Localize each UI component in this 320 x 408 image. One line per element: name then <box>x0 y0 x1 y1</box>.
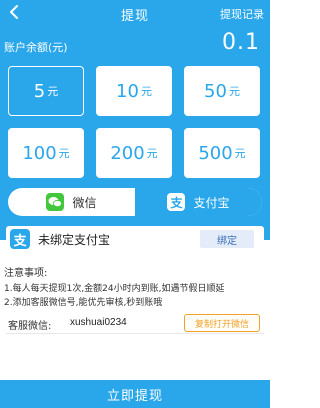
top-panel: 提现 提现记录 账户余额(元) 0.1 5元 10 元 50 元 100 元 200 元… <box>0 0 270 240</box>
amount-unit: 元 <box>47 85 59 98</box>
amount-value: 5 <box>33 80 46 102</box>
notes-title: 注意事项: <box>4 268 48 279</box>
amount-unit: 元 <box>228 85 240 98</box>
amount-option-100[interactable]: 100 元 <box>8 128 84 178</box>
customer-service-row: 客服微信: xushuai0234 复制打开微信 <box>6 314 264 334</box>
balance-label: 账户余额(元) <box>4 41 68 54</box>
bind-button[interactable]: 绑定 <box>200 230 254 248</box>
alipay-icon: 支 <box>167 193 186 211</box>
service-label: 客服微信: <box>8 321 52 332</box>
amount-grid: 5元 10 元 50 元 100 元 200 元 500 元 <box>8 66 260 181</box>
tab-wechat[interactable]: 微信 <box>8 188 135 216</box>
amount-unit: 元 <box>146 147 158 160</box>
payment-method-tabs: 微信 支 支付宝 <box>8 188 262 216</box>
tab-alipay-label: 支付宝 <box>193 195 230 210</box>
amount-unit: 元 <box>58 147 70 160</box>
tab-alipay[interactable]: 支 支付宝 <box>135 188 262 216</box>
tab-wechat-label: 微信 <box>72 195 97 210</box>
amount-option-500[interactable]: 500 元 <box>184 128 260 178</box>
amount-unit: 元 <box>140 85 152 98</box>
service-wechat-id: xushuai0234 <box>70 317 127 328</box>
amount-option-10[interactable]: 10 元 <box>96 66 172 116</box>
amount-value: 500 <box>198 142 233 164</box>
bind-status-text: 未绑定支付宝 <box>38 233 111 247</box>
notes-section: 注意事项: 1.每人每天提现1次,金额24小时内到账,如遇节假日顺延 2.添加客… <box>4 264 266 310</box>
copy-open-wechat-button[interactable]: 复制打开微信 <box>184 314 260 332</box>
amount-value: 100 <box>22 142 57 164</box>
amount-value: 200 <box>110 142 145 164</box>
note-item: 2.添加客服微信号,能优先审核,秒到账哦 <box>4 298 163 308</box>
amount-option-5[interactable]: 5元 <box>8 66 84 116</box>
amount-unit: 元 <box>234 147 246 160</box>
wechat-icon <box>46 193 65 211</box>
amount-value: 50 <box>204 80 227 102</box>
alipay-logo-icon: 支 <box>10 229 30 249</box>
withdraw-now-button[interactable]: 立即提现 <box>0 380 270 408</box>
nav-bar: 提现 提现记录 <box>0 0 270 24</box>
amount-option-200[interactable]: 200 元 <box>96 128 172 178</box>
amount-option-50[interactable]: 50 元 <box>184 66 260 116</box>
amount-value: 10 <box>116 80 139 102</box>
bind-account-row: 支 未绑定支付宝 绑定 <box>6 226 264 252</box>
balance-value: 0.1 <box>222 30 260 55</box>
note-item: 1.每人每天提现1次,金额24小时内到账,如遇节假日顺延 <box>4 284 225 294</box>
withdraw-history-link[interactable]: 提现记录 <box>220 6 264 22</box>
